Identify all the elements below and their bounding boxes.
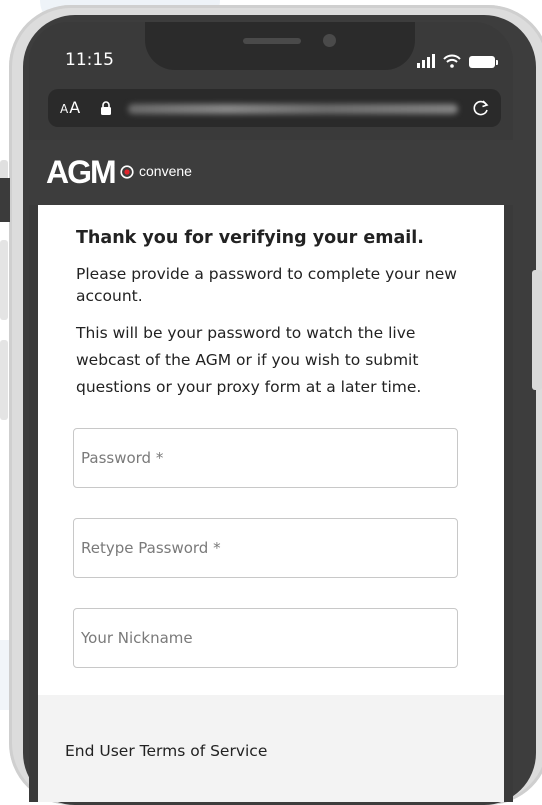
phone-notch bbox=[145, 22, 415, 70]
text-size-button[interactable]: AA bbox=[60, 98, 81, 117]
nickname-field[interactable] bbox=[73, 608, 458, 668]
retype-password-input[interactable] bbox=[74, 519, 457, 577]
convene-brand-text: convene bbox=[139, 163, 192, 179]
phone-mute-switch bbox=[0, 178, 10, 222]
status-bar: 11:15 bbox=[29, 22, 513, 90]
phone-volume-down-button bbox=[0, 340, 8, 420]
retype-password-field[interactable] bbox=[73, 518, 458, 578]
wifi-icon bbox=[443, 54, 461, 68]
url-text bbox=[128, 104, 458, 114]
reload-icon[interactable] bbox=[471, 98, 491, 118]
lock-icon bbox=[101, 101, 111, 115]
app-header: AGM convene bbox=[29, 140, 513, 205]
phone-power-button bbox=[532, 270, 542, 390]
phone-screen: 11:15 AA AGM convene Thank you for verif… bbox=[29, 22, 513, 802]
password-field[interactable] bbox=[73, 428, 458, 488]
main-content: Thank you for verifying your email. Plea… bbox=[38, 205, 504, 695]
status-time: 11:15 bbox=[65, 50, 114, 70]
speaker-icon bbox=[243, 38, 301, 44]
terms-of-service-link[interactable]: End User Terms of Service bbox=[65, 742, 267, 760]
status-icons bbox=[417, 52, 498, 68]
phone-volume-up-button bbox=[0, 240, 8, 320]
footer: End User Terms of Service bbox=[38, 695, 504, 802]
nickname-input[interactable] bbox=[74, 609, 457, 667]
page-heading: Thank you for verifying your email. bbox=[76, 228, 424, 248]
instruction-text: Please provide a password to complete yo… bbox=[76, 265, 457, 305]
agm-logo: AGM bbox=[46, 154, 117, 190]
browser-address-bar[interactable]: AA bbox=[48, 89, 501, 127]
battery-icon bbox=[469, 56, 498, 68]
camera-icon bbox=[323, 34, 336, 47]
description-text: This will be your password to watch the … bbox=[76, 324, 422, 396]
password-input[interactable] bbox=[74, 429, 457, 487]
convene-logo-icon bbox=[120, 165, 134, 179]
signal-icon bbox=[417, 54, 435, 68]
